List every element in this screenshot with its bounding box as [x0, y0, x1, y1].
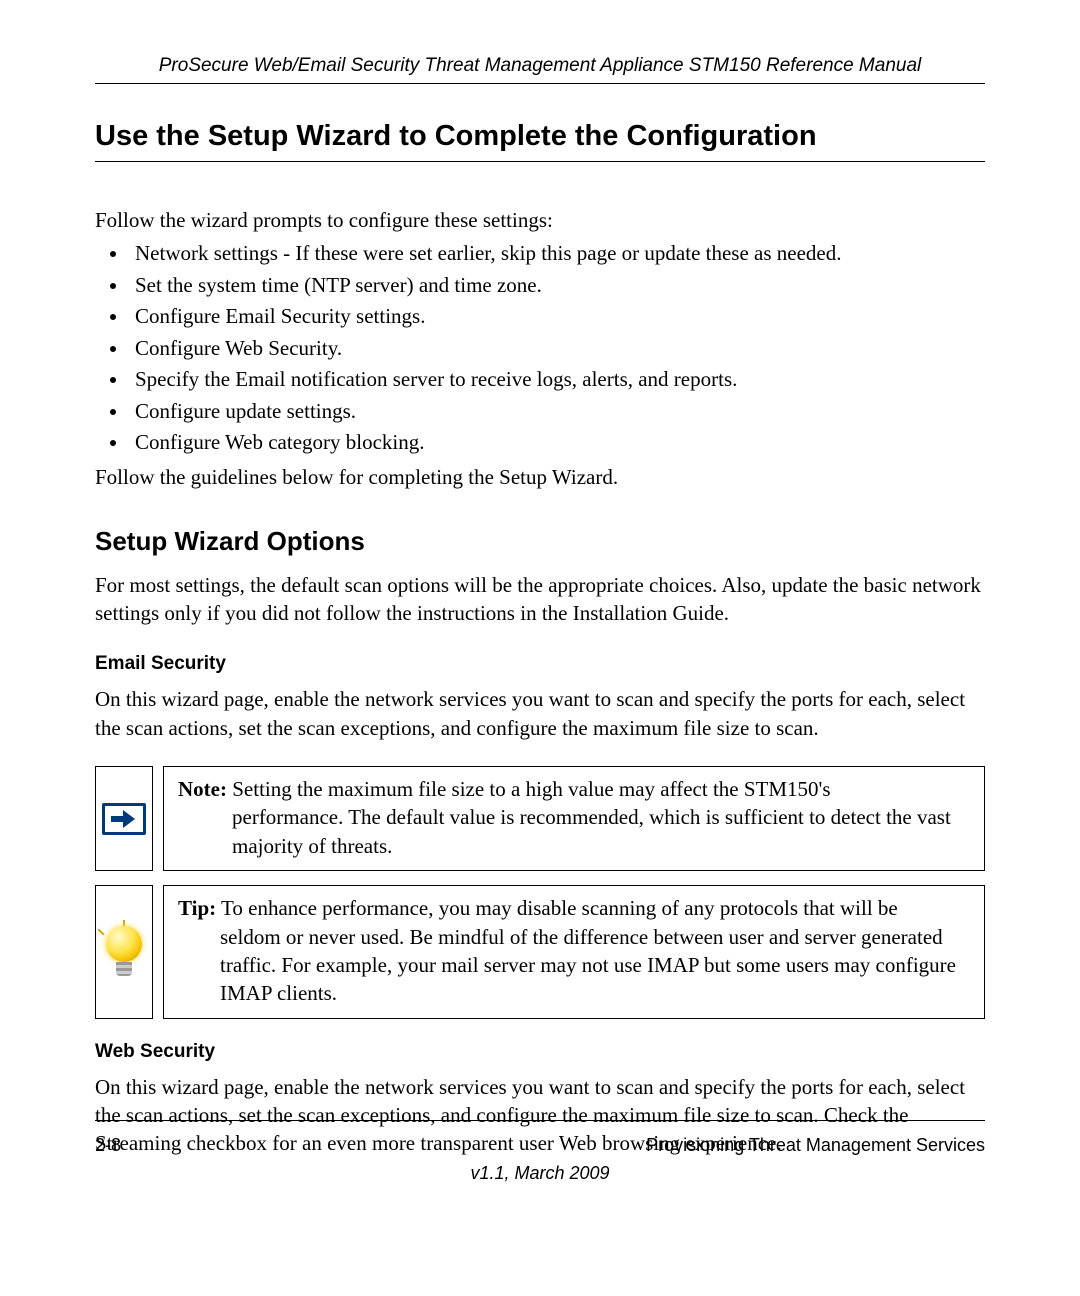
- after-list-paragraph: Follow the guidelines below for completi…: [95, 463, 985, 491]
- email-security-paragraph: On this wizard page, enable the network …: [95, 685, 985, 742]
- list-item: Configure Web category blocking.: [129, 427, 985, 457]
- list-item: Configure update settings.: [129, 396, 985, 426]
- note-text-rest: performance. The default value is recomm…: [178, 803, 970, 860]
- note-arrow-icon: [95, 766, 153, 871]
- version-footer: v1.1, March 2009: [95, 1163, 985, 1184]
- running-header: ProSecure Web/Email Security Threat Mana…: [95, 55, 985, 84]
- settings-list: Network settings - If these were set ear…: [95, 238, 985, 457]
- list-item: Specify the Email notification server to…: [129, 364, 985, 394]
- tip-text-rest: seldom or never used. Be mindful of the …: [178, 923, 970, 1008]
- list-item: Network settings - If these were set ear…: [129, 238, 985, 268]
- intro-paragraph: Follow the wizard prompts to configure t…: [95, 206, 985, 234]
- page-number: 2-8: [95, 1135, 121, 1156]
- web-security-heading: Web Security: [95, 1041, 985, 1063]
- list-item: Set the system time (NTP server) and tim…: [129, 270, 985, 300]
- list-item: Configure Email Security settings.: [129, 301, 985, 331]
- email-security-heading: Email Security: [95, 653, 985, 675]
- tip-text-line1: To enhance performance, you may disable …: [216, 896, 898, 920]
- tip-callout: Tip: To enhance performance, you may dis…: [95, 885, 985, 1018]
- note-callout: Note: Setting the maximum file size to a…: [95, 766, 985, 871]
- options-paragraph: For most settings, the default scan opti…: [95, 571, 985, 628]
- section-title-footer: Provisioning Threat Management Services: [646, 1135, 985, 1156]
- heading-1: Use the Setup Wizard to Complete the Con…: [95, 120, 985, 162]
- list-item: Configure Web Security.: [129, 333, 985, 363]
- note-body: Note: Setting the maximum file size to a…: [163, 766, 985, 871]
- note-label: Note:: [178, 777, 227, 801]
- note-text-line1: Setting the maximum file size to a high …: [227, 777, 831, 801]
- tip-body: Tip: To enhance performance, you may dis…: [163, 885, 985, 1018]
- footer-rule: [95, 1120, 985, 1121]
- tip-lightbulb-icon: [95, 885, 153, 1018]
- tip-label: Tip:: [178, 896, 216, 920]
- heading-2: Setup Wizard Options: [95, 526, 985, 557]
